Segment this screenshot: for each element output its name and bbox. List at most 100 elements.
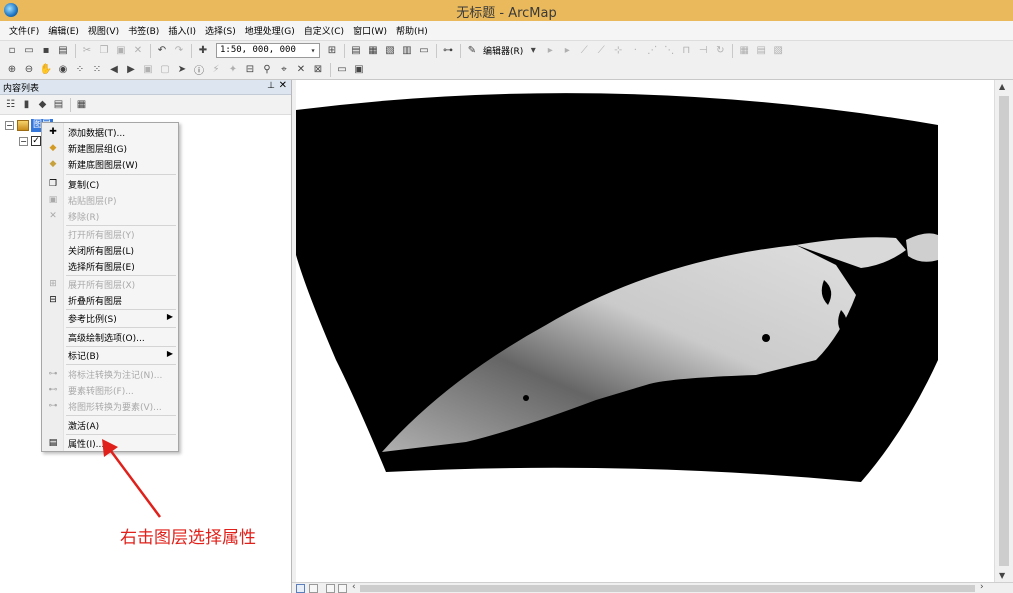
menu-item-new-basemap-layer[interactable]: ◆ 新建底图图层(W) bbox=[42, 156, 178, 172]
horizontal-scrollbar-thumb[interactable] bbox=[360, 585, 975, 592]
menu-item-new-group-layer[interactable]: ◆ 新建图层组(G) bbox=[42, 140, 178, 156]
open-icon[interactable]: ▭ bbox=[21, 43, 37, 59]
select-features-icon[interactable]: ▣ bbox=[140, 62, 156, 78]
hyperlink-icon[interactable]: ✦ bbox=[225, 62, 241, 78]
close-icon[interactable]: ✕ bbox=[279, 80, 287, 91]
measure-icon[interactable]: ⊟ bbox=[242, 62, 258, 78]
catalog-icon[interactable]: ▦ bbox=[365, 43, 381, 59]
menu-item-turn-all-layers-on[interactable]: 打开所有图层(Y) bbox=[42, 226, 178, 242]
chevron-down-icon[interactable]: ▾ bbox=[525, 43, 541, 59]
find-icon[interactable]: ⚲ bbox=[259, 62, 275, 78]
pin-icon[interactable]: ⊥ bbox=[267, 81, 275, 91]
menu-item-paste-layer[interactable]: ▣ 粘贴图层(P) bbox=[42, 192, 178, 208]
model-builder-icon[interactable]: ⊶ bbox=[440, 43, 456, 59]
list-by-drawing-order-icon[interactable]: ☷ bbox=[3, 97, 18, 112]
delete-icon[interactable]: ✕ bbox=[130, 43, 146, 59]
scrollbar-thumb[interactable] bbox=[999, 96, 1009, 566]
menu-item-convert-labels-to-annotation[interactable]: ⊶ 将标注转换为注记(N)... bbox=[42, 366, 178, 382]
editor-menu-button[interactable]: 编辑器(R) bbox=[483, 44, 523, 57]
map-vertical-scrollbar[interactable]: ▲ ▼ bbox=[994, 80, 1013, 582]
menu-file[interactable]: 文件(F) bbox=[6, 24, 45, 37]
menu-view[interactable]: 视图(V) bbox=[85, 24, 125, 37]
menu-selection[interactable]: 选择(S) bbox=[202, 24, 242, 37]
edit-tool-icon[interactable]: ▸ bbox=[542, 43, 558, 59]
fixed-zoom-out-icon[interactable]: ⁙ bbox=[89, 62, 105, 78]
print-icon[interactable]: ▤ bbox=[55, 43, 71, 59]
list-by-source-icon[interactable]: ▮ bbox=[19, 97, 34, 112]
pan-hand-icon[interactable]: ✋ bbox=[38, 62, 54, 78]
cut-polygons-icon[interactable]: ⊓ bbox=[678, 43, 694, 59]
menu-item-remove[interactable]: ✕ 移除(R) bbox=[42, 208, 178, 224]
menu-item-reference-scale[interactable]: 参考比例(S) ▶ bbox=[42, 310, 178, 326]
copy-icon[interactable]: ❐ bbox=[96, 43, 112, 59]
menu-help[interactable]: 帮助(H) bbox=[393, 24, 434, 37]
layout-view-button[interactable] bbox=[309, 584, 318, 593]
fixed-zoom-in-icon[interactable]: ⁘ bbox=[72, 62, 88, 78]
full-extent-icon[interactable]: ◉ bbox=[55, 62, 71, 78]
table-of-contents-icon[interactable]: ▤ bbox=[348, 43, 364, 59]
create-viewer-window-icon[interactable]: ▭ bbox=[334, 62, 350, 78]
point-icon[interactable]: · bbox=[627, 43, 643, 59]
scroll-left-icon[interactable]: ‹ bbox=[352, 582, 356, 592]
edit-vertices-icon[interactable]: ⋰ bbox=[644, 43, 660, 59]
overview-icon[interactable]: ▣ bbox=[351, 62, 367, 78]
map-display[interactable] bbox=[296, 80, 994, 582]
trace-icon[interactable]: ⊹ bbox=[610, 43, 626, 59]
scroll-right-icon[interactable]: › bbox=[980, 582, 984, 592]
menu-item-copy[interactable]: ❐ 复制(C) bbox=[42, 176, 178, 192]
layer-visibility-checkbox[interactable]: ✓ bbox=[31, 136, 41, 146]
pause-drawing-icon[interactable] bbox=[338, 584, 347, 593]
menu-windows[interactable]: 窗口(W) bbox=[350, 24, 393, 37]
straight-segment-icon[interactable]: ⟋ bbox=[576, 43, 592, 59]
back-extent-icon[interactable]: ◀ bbox=[106, 62, 122, 78]
html-popup-icon[interactable]: ⚡ bbox=[208, 62, 224, 78]
refresh-icon[interactable] bbox=[326, 584, 335, 593]
menu-geoprocessing[interactable]: 地理处理(G) bbox=[242, 24, 301, 37]
sketch-properties-icon[interactable]: ▤ bbox=[753, 43, 769, 59]
list-by-visibility-icon[interactable]: ◆ bbox=[35, 97, 50, 112]
menu-bookmarks[interactable]: 书签(B) bbox=[125, 24, 165, 37]
options-icon[interactable]: ▦ bbox=[74, 97, 89, 112]
clear-selection-icon[interactable]: ▢ bbox=[157, 62, 173, 78]
split-icon[interactable]: ⊣ bbox=[695, 43, 711, 59]
add-data-icon[interactable]: ✚ bbox=[195, 43, 211, 59]
menu-item-turn-all-layers-off[interactable]: 关闭所有图层(L) bbox=[42, 242, 178, 258]
chevron-down-icon[interactable]: ▾ bbox=[307, 44, 319, 57]
arctoolbox-icon[interactable]: ▥ bbox=[399, 43, 415, 59]
menu-item-select-all-layers[interactable]: 选择所有图层(E) bbox=[42, 258, 178, 274]
menu-item-properties[interactable]: ▤ 属性(I)... bbox=[42, 435, 178, 451]
map-scale-combobox[interactable]: 1:50, 000, 000 ▾ bbox=[216, 43, 320, 58]
menu-item-convert-features-to-graphics[interactable]: ⊷ 要素转图形(F)... bbox=[42, 382, 178, 398]
new-document-icon[interactable]: ▫ bbox=[4, 43, 20, 59]
menu-insert[interactable]: 插入(I) bbox=[165, 24, 202, 37]
go-to-xy-icon[interactable]: ✕ bbox=[293, 62, 309, 78]
menu-edit[interactable]: 编辑(E) bbox=[45, 24, 85, 37]
cut-icon[interactable]: ✂ bbox=[79, 43, 95, 59]
search-window-icon[interactable]: ▧ bbox=[382, 43, 398, 59]
attributes-icon[interactable]: ▦ bbox=[736, 43, 752, 59]
select-elements-icon[interactable]: ➤ bbox=[174, 62, 190, 78]
menu-item-collapse-all-layers[interactable]: ⊟ 折叠所有图层 bbox=[42, 292, 178, 308]
editor-menu-icon[interactable]: ✎ bbox=[464, 43, 480, 59]
time-slider-icon[interactable]: ⊠ bbox=[310, 62, 326, 78]
find-route-icon[interactable]: ⌖ bbox=[276, 62, 292, 78]
edit-annotation-icon[interactable]: ▸ bbox=[559, 43, 575, 59]
collapse-toggle-icon[interactable]: − bbox=[5, 120, 14, 130]
save-icon[interactable]: ▪ bbox=[38, 43, 54, 59]
rotate-icon[interactable]: ↻ bbox=[712, 43, 728, 59]
identify-icon[interactable]: ⓘ bbox=[191, 62, 207, 78]
editor-toolbar-icon[interactable]: ⊞ bbox=[324, 43, 340, 59]
create-features-icon[interactable]: ▧ bbox=[770, 43, 786, 59]
reshape-icon[interactable]: ⋱ bbox=[661, 43, 677, 59]
list-by-selection-icon[interactable]: ▤ bbox=[51, 97, 66, 112]
menu-item-activate[interactable]: 激活(A) bbox=[42, 417, 178, 433]
menu-item-advanced-drawing-options[interactable]: 高级绘制选项(O)... bbox=[42, 329, 178, 345]
menu-customize[interactable]: 自定义(C) bbox=[301, 24, 350, 37]
python-window-icon[interactable]: ▭ bbox=[416, 43, 432, 59]
collapse-toggle-icon[interactable]: − bbox=[19, 136, 28, 146]
menu-item-labeling[interactable]: 标记(B) ▶ bbox=[42, 347, 178, 363]
menu-item-convert-graphics-to-features[interactable]: ⊶ 将图形转换为要素(V)... bbox=[42, 398, 178, 414]
end-point-arc-icon[interactable]: ⟋ bbox=[593, 43, 609, 59]
data-view-button[interactable] bbox=[296, 584, 305, 593]
paste-icon[interactable]: ▣ bbox=[113, 43, 129, 59]
